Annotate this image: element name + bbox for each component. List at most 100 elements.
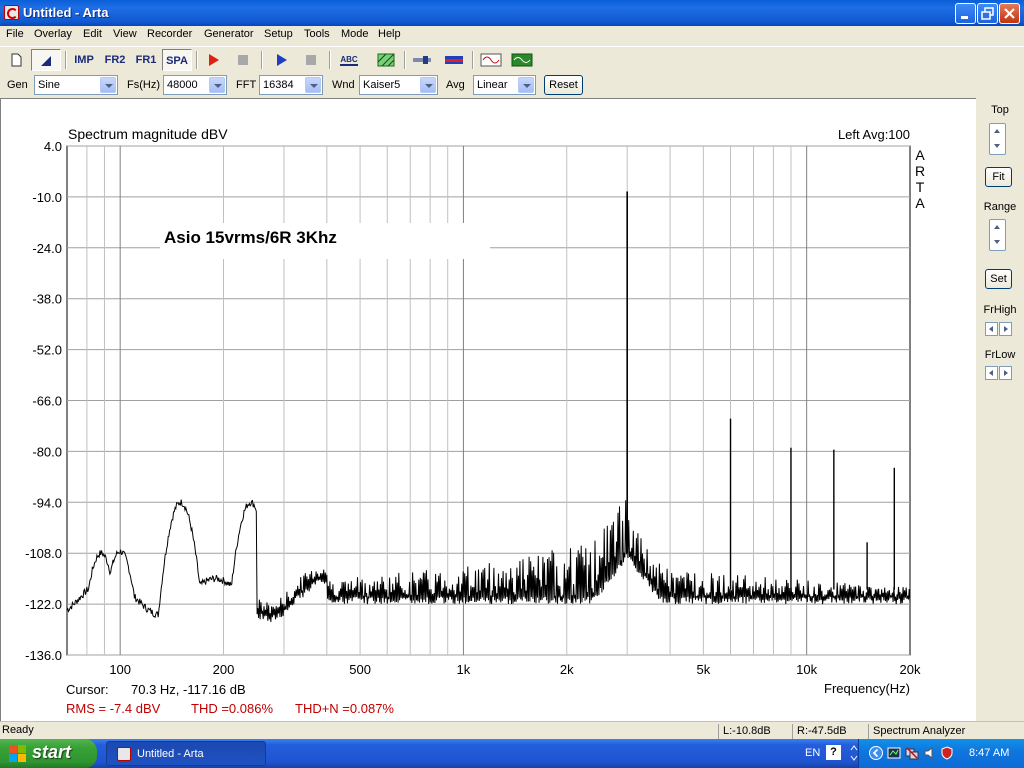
- stop-icon: [238, 55, 248, 65]
- tray-app-icon[interactable]: [887, 746, 901, 760]
- gen-label: Gen: [7, 79, 28, 91]
- menu-recorder[interactable]: Recorder: [147, 28, 192, 40]
- thdn-readout: THD+N =0.087%: [295, 701, 394, 716]
- chart-title: Spectrum magnitude dBV: [68, 126, 228, 142]
- tray-expand-icon[interactable]: [869, 746, 883, 760]
- y-tick-label: -94.0: [32, 495, 62, 510]
- avg-select[interactable]: Linear: [473, 75, 536, 95]
- generator-play-button[interactable]: [270, 49, 292, 71]
- x-tick-label: 20k: [900, 662, 921, 677]
- start-label: start: [32, 742, 72, 762]
- volume-icon[interactable]: [923, 746, 937, 760]
- fs-select[interactable]: 48000: [163, 75, 227, 95]
- new-document-icon: [11, 53, 22, 67]
- menu-mode[interactable]: Mode: [341, 28, 369, 40]
- imp-mode-button[interactable]: IMP: [70, 49, 98, 71]
- spectrum-chart[interactable]: 4.0 -10.0 -24.0 -38.0 -52.0 -66.0 -80.0 -94.0 -1…: [0, 98, 976, 721]
- start-button[interactable]: start: [0, 739, 97, 768]
- right-control-panel: [976, 98, 1024, 721]
- network-icon[interactable]: [905, 746, 919, 760]
- spectrum-trace: [66, 499, 911, 622]
- frlow-spinner[interactable]: [985, 366, 1013, 380]
- blue-play-icon: [277, 54, 287, 66]
- menu-generator[interactable]: Generator: [204, 28, 254, 40]
- scope-button[interactable]: [510, 49, 534, 71]
- status-left-level: L:-10.8dB: [718, 724, 788, 739]
- fr2-mode-button[interactable]: FR2: [101, 49, 129, 71]
- reset-button[interactable]: Reset: [544, 75, 583, 95]
- label-button[interactable]: ABC: [336, 49, 362, 71]
- status-ready: Ready: [2, 724, 34, 736]
- brand-letter: T: [916, 179, 925, 195]
- top-spinner[interactable]: [989, 123, 1006, 155]
- pattern-button[interactable]: [374, 49, 398, 71]
- pointer-mode-button[interactable]: [31, 49, 61, 71]
- record-stop-button[interactable]: [232, 49, 254, 71]
- analyzer-settings-bar: Gen Sine Fs(Hz) 48000 FFT 16384 Wnd Kais…: [0, 73, 1024, 97]
- close-button[interactable]: [999, 3, 1020, 24]
- fr1-mode-button[interactable]: FR1: [132, 49, 160, 71]
- toolbar-separator: [65, 51, 67, 69]
- arrow-down-icon[interactable]: [990, 139, 1005, 154]
- menu-edit[interactable]: Edit: [83, 28, 102, 40]
- menu-overlay[interactable]: Overlay: [34, 28, 72, 40]
- record-play-button[interactable]: [202, 49, 224, 71]
- meter-button[interactable]: [410, 49, 434, 71]
- frhigh-label: FrHigh: [983, 304, 1017, 316]
- menu-view[interactable]: View: [113, 28, 137, 40]
- toolbar-separator: [196, 51, 198, 69]
- arta-app-icon[interactable]: [4, 5, 19, 20]
- frhigh-spinner[interactable]: [985, 322, 1013, 336]
- menu-tools[interactable]: Tools: [304, 28, 330, 40]
- arrow-left-icon[interactable]: [985, 366, 998, 380]
- avg-label: Avg: [446, 79, 465, 91]
- set-button[interactable]: Set: [985, 269, 1012, 289]
- brand-letter: A: [915, 195, 925, 211]
- red-play-icon: [209, 54, 219, 66]
- pointer-icon: [41, 56, 51, 66]
- y-tick-label: -122.0: [25, 597, 62, 612]
- language-indicator[interactable]: EN: [805, 747, 820, 759]
- status-bar: Ready L:-10.8dB R:-47.5dB Spectrum Analy…: [0, 721, 1024, 739]
- y-tick-label: -80.0: [32, 444, 62, 459]
- menu-file[interactable]: File: [6, 28, 24, 40]
- range-label: Range: [983, 201, 1017, 213]
- restore-button[interactable]: [977, 3, 998, 24]
- y-tick-label: -66.0: [32, 394, 62, 409]
- generator-stop-button[interactable]: [300, 49, 322, 71]
- taskbar-item-arta[interactable]: Untitled - Arta: [106, 741, 266, 766]
- gen-select[interactable]: Sine: [34, 75, 118, 95]
- wnd-select[interactable]: Kaiser5: [359, 75, 438, 95]
- arta-app-icon: [117, 747, 131, 761]
- x-axis-label: Frequency(Hz): [824, 681, 910, 696]
- menu-setup[interactable]: Setup: [264, 28, 293, 40]
- channel-info: Left Avg:100: [838, 127, 910, 142]
- generator-scope-button[interactable]: [479, 49, 503, 71]
- level-button[interactable]: [442, 49, 466, 71]
- arrow-right-icon[interactable]: [999, 366, 1012, 380]
- chevron-down-icon: [100, 77, 116, 93]
- y-tick-label: -108.0: [25, 546, 62, 561]
- taskbar-item-label: Untitled - Arta: [137, 748, 204, 760]
- help-icon[interactable]: ?: [826, 745, 841, 760]
- range-spinner[interactable]: [989, 219, 1006, 251]
- security-shield-icon[interactable]: [940, 746, 954, 760]
- taskbar: start Untitled - Arta EN ? 8:47 AM: [0, 739, 1024, 768]
- y-tick-label: -38.0: [32, 292, 62, 307]
- arrow-up-icon[interactable]: [990, 124, 1005, 139]
- spa-mode-button[interactable]: SPA: [162, 49, 192, 71]
- x-tick-label: 5k: [696, 662, 710, 677]
- fft-select[interactable]: 16384: [259, 75, 323, 95]
- new-button[interactable]: [6, 49, 26, 71]
- sine-wave-icon: [480, 53, 502, 67]
- arrow-up-icon[interactable]: [990, 220, 1005, 235]
- toolbar-separator: [472, 51, 474, 69]
- brand-letter: A: [915, 147, 925, 163]
- menu-help[interactable]: Help: [378, 28, 401, 40]
- arrow-right-icon[interactable]: [999, 322, 1012, 336]
- arrow-down-icon[interactable]: [990, 235, 1005, 250]
- arrow-left-icon[interactable]: [985, 322, 998, 336]
- restore-icon: [978, 4, 997, 23]
- minimize-button[interactable]: [955, 3, 976, 24]
- fit-button[interactable]: Fit: [985, 167, 1012, 187]
